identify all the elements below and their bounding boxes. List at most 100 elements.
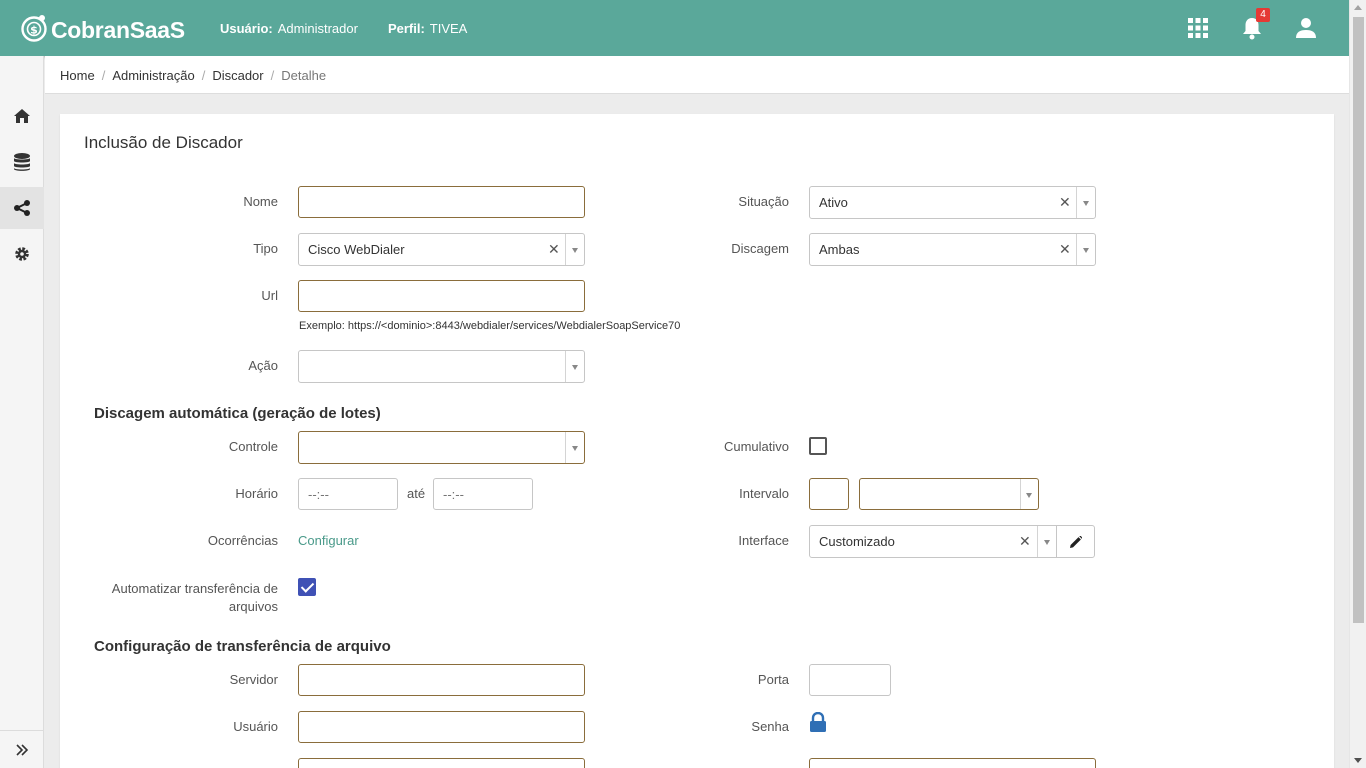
sidebar-expand-button[interactable] bbox=[0, 730, 44, 768]
app-logo[interactable]: $ CobranSaaS bbox=[20, 11, 185, 44]
ate-label: até bbox=[407, 486, 426, 501]
logo-icon: $ bbox=[20, 14, 48, 42]
url-hint: Exemplo: https://<dominio>:8443/webdiale… bbox=[299, 320, 681, 332]
intervalo-input[interactable] bbox=[810, 479, 848, 509]
tipo-select[interactable]: Cisco WebDialer ✕ bbox=[298, 233, 585, 266]
clear-icon[interactable]: ✕ bbox=[1019, 533, 1031, 550]
servidor-field[interactable] bbox=[298, 664, 585, 696]
section-transferencia: Configuração de transferência de arquivo bbox=[94, 638, 391, 655]
chevron-down-icon[interactable] bbox=[572, 365, 578, 370]
form-card: Inclusão de Discador Nome Situação Ativo… bbox=[60, 114, 1334, 768]
clear-icon[interactable]: ✕ bbox=[1059, 194, 1071, 211]
porta-input[interactable] bbox=[810, 665, 890, 695]
horario-to-input[interactable] bbox=[434, 479, 532, 509]
usuario-input[interactable] bbox=[299, 712, 584, 742]
horario-from-input[interactable] bbox=[299, 479, 397, 509]
interface-select[interactable]: Customizado ✕ bbox=[809, 525, 1057, 558]
url-field[interactable] bbox=[298, 280, 585, 312]
controle-select[interactable] bbox=[298, 431, 585, 464]
section-discagem-automatica: Discagem automática (geração de lotes) bbox=[94, 405, 381, 422]
breadcrumb-separator: / bbox=[270, 68, 275, 83]
scroll-up-icon[interactable] bbox=[1354, 5, 1362, 10]
cumulativo-checkbox[interactable] bbox=[809, 437, 827, 455]
nome-label: Nome bbox=[243, 194, 278, 209]
sidebar-item-settings[interactable] bbox=[0, 233, 44, 275]
edit-interface-button[interactable] bbox=[1056, 525, 1095, 558]
controle-label: Controle bbox=[228, 439, 278, 454]
interface-value: Customizado bbox=[819, 534, 895, 549]
breadcrumb-home[interactable]: Home bbox=[60, 68, 95, 83]
scroll-thumb[interactable] bbox=[1353, 17, 1364, 623]
gear-icon bbox=[15, 247, 29, 261]
url-label: Url bbox=[261, 288, 278, 303]
automatizar-label: Automatizar transferência de arquivos bbox=[111, 581, 278, 614]
home-icon bbox=[14, 109, 30, 123]
ocorrencias-label: Ocorrências bbox=[207, 533, 278, 548]
horario-label: Horário bbox=[235, 486, 278, 501]
intervalo-field[interactable] bbox=[809, 478, 849, 510]
acao-select[interactable] bbox=[298, 350, 585, 383]
nome-input[interactable] bbox=[299, 187, 584, 217]
header-actions: 4 bbox=[1185, 8, 1319, 42]
discagem-value: Ambas bbox=[819, 242, 860, 257]
situacao-select[interactable]: Ativo ✕ bbox=[809, 186, 1096, 219]
clear-icon[interactable]: ✕ bbox=[548, 241, 560, 258]
chevron-down-icon[interactable] bbox=[1044, 540, 1050, 545]
porta-label: Porta bbox=[757, 672, 789, 687]
expand-icon bbox=[16, 743, 29, 756]
horario-to-field[interactable] bbox=[433, 478, 533, 510]
user-icon[interactable] bbox=[1293, 14, 1319, 42]
database-icon bbox=[14, 153, 30, 171]
select-divider bbox=[1020, 479, 1021, 509]
breadcrumb-discador[interactable]: Discador bbox=[212, 68, 263, 83]
servidor-label: Servidor bbox=[229, 672, 278, 687]
automatizar-checkbox[interactable] bbox=[298, 578, 316, 596]
servidor-input[interactable] bbox=[299, 665, 584, 695]
next-field-right[interactable] bbox=[809, 758, 1096, 768]
url-input[interactable] bbox=[299, 281, 584, 311]
sidebar-item-share[interactable] bbox=[0, 187, 44, 229]
apps-grid-icon[interactable] bbox=[1185, 14, 1211, 42]
configurar-link[interactable]: Configurar bbox=[298, 533, 359, 548]
senha-label: Senha bbox=[751, 719, 789, 734]
profile-value: TIVEA bbox=[429, 21, 468, 36]
lock-icon[interactable] bbox=[809, 711, 827, 732]
notifications-button[interactable]: 4 bbox=[1239, 8, 1270, 42]
chevron-down-icon[interactable] bbox=[572, 446, 578, 451]
chevron-down-icon[interactable] bbox=[1083, 248, 1089, 253]
cumulativo-label: Cumulativo bbox=[723, 439, 789, 454]
next-field-left[interactable] bbox=[298, 758, 585, 768]
interface-label: Interface bbox=[738, 533, 789, 548]
select-divider bbox=[565, 432, 566, 463]
chevron-down-icon[interactable] bbox=[1026, 493, 1032, 498]
horario-from-field[interactable] bbox=[298, 478, 398, 510]
sidebar-item-home[interactable] bbox=[0, 95, 44, 137]
intervalo-label: Intervalo bbox=[739, 486, 789, 501]
usuario-field[interactable] bbox=[298, 711, 585, 743]
chevron-down-icon[interactable] bbox=[1083, 201, 1089, 206]
select-divider bbox=[1076, 234, 1077, 265]
intervalo-unit-select[interactable] bbox=[859, 478, 1039, 510]
pencil-icon bbox=[1069, 535, 1082, 548]
select-divider bbox=[1037, 526, 1038, 557]
discagem-select[interactable]: Ambas ✕ bbox=[809, 233, 1096, 266]
page-scrollbar[interactable] bbox=[1349, 0, 1366, 768]
notification-badge: 4 bbox=[1256, 8, 1270, 22]
porta-field[interactable] bbox=[809, 664, 891, 696]
tipo-label: Tipo bbox=[253, 241, 278, 256]
share-icon bbox=[14, 200, 30, 216]
scroll-down-icon[interactable] bbox=[1354, 758, 1362, 763]
sidebar-item-database[interactable] bbox=[0, 141, 44, 183]
situacao-label: Situação bbox=[738, 194, 789, 209]
discagem-label: Discagem bbox=[731, 241, 789, 256]
situacao-value: Ativo bbox=[819, 195, 848, 210]
breadcrumb: Home / Administração / Discador / Detalhe bbox=[60, 68, 326, 83]
page-title: Inclusão de Discador bbox=[84, 133, 243, 152]
chevron-down-icon[interactable] bbox=[572, 248, 578, 253]
breadcrumb-bar: Home / Administração / Discador / Detalhe bbox=[45, 56, 1349, 94]
clear-icon[interactable]: ✕ bbox=[1059, 241, 1071, 258]
usuario-label: Usuário bbox=[233, 719, 278, 734]
svg-text:$: $ bbox=[30, 23, 38, 36]
nome-field[interactable] bbox=[298, 186, 585, 218]
breadcrumb-administracao[interactable]: Administração bbox=[112, 68, 194, 83]
